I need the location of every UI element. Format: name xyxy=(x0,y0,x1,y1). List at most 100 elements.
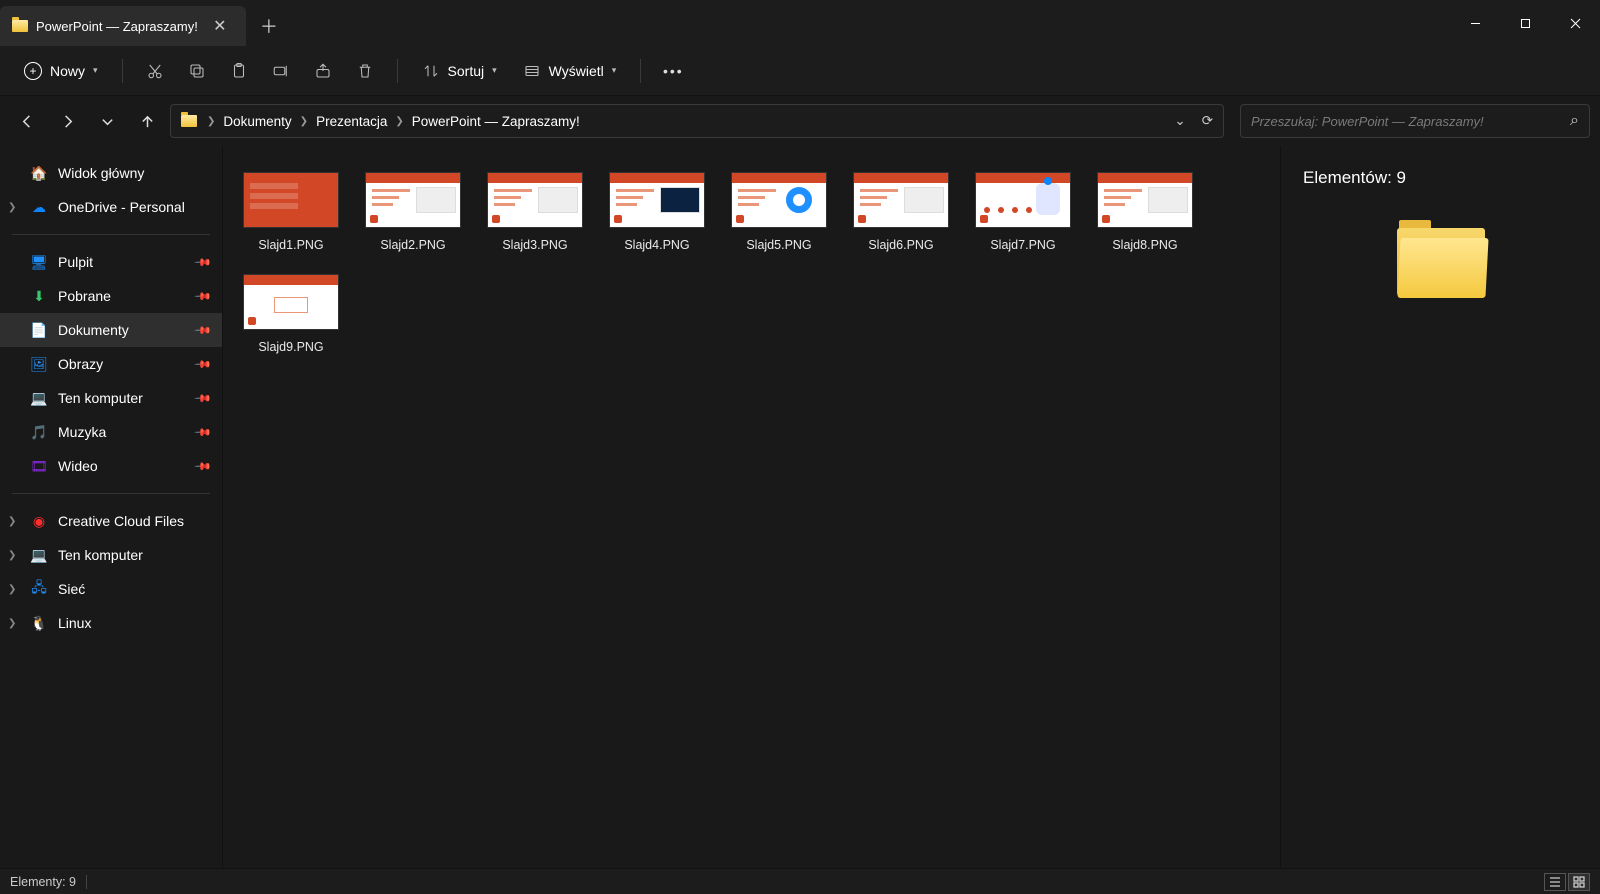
details-view-button[interactable] xyxy=(1544,873,1566,891)
file-name: Slajd3.PNG xyxy=(502,238,567,252)
chevron-right-icon: ❯ xyxy=(8,584,16,595)
sidebar-label: Wideo xyxy=(58,458,98,474)
file-item[interactable]: Slajd1.PNG xyxy=(241,172,341,252)
sidebar-home[interactable]: 🏠 Widok główny xyxy=(0,156,222,190)
sidebar-label: Dokumenty xyxy=(58,322,129,338)
paste-button[interactable] xyxy=(221,56,257,86)
breadcrumb-item[interactable]: PowerPoint — Zapraszamy! xyxy=(412,114,580,129)
file-thumbnail xyxy=(731,172,827,228)
file-item[interactable]: Slajd9.PNG xyxy=(241,274,341,354)
file-name: Slajd1.PNG xyxy=(258,238,323,252)
cut-button[interactable] xyxy=(137,56,173,86)
new-label: Nowy xyxy=(50,63,85,79)
pictures-icon: 🖼 xyxy=(30,356,48,372)
more-button[interactable]: ••• xyxy=(655,57,691,85)
search-icon[interactable]: ⌕ xyxy=(1570,112,1579,130)
sidebar-network[interactable]: ❯ 🖧 Sieć xyxy=(0,572,222,606)
sidebar-label: Pulpit xyxy=(58,254,93,270)
folder-icon xyxy=(181,115,197,127)
new-button[interactable]: + Nowy ▾ xyxy=(14,56,108,86)
plus-circle-icon: + xyxy=(24,62,42,80)
sidebar-onedrive[interactable]: ❯ ☁ OneDrive - Personal xyxy=(0,190,222,224)
file-name: Slajd5.PNG xyxy=(746,238,811,252)
rename-button[interactable] xyxy=(263,56,299,86)
sidebar-videos[interactable]: 🎞 Wideo 📌 xyxy=(0,449,222,483)
search-input[interactable] xyxy=(1251,114,1570,129)
breadcrumb-item[interactable]: Prezentacja xyxy=(316,114,387,129)
search-box[interactable]: ⌕ xyxy=(1240,104,1590,138)
sidebar-thispc[interactable]: ❯ 💻 Ten komputer xyxy=(0,538,222,572)
file-item[interactable]: Slajd2.PNG xyxy=(363,172,463,252)
window-tab[interactable]: PowerPoint — Zapraszamy! ✕ xyxy=(0,6,246,46)
sidebar: 🏠 Widok główny ❯ ☁ OneDrive - Personal 🖥… xyxy=(0,146,222,868)
file-name: Slajd2.PNG xyxy=(380,238,445,252)
file-item[interactable]: Slajd7.PNG xyxy=(973,172,1073,252)
minimize-button[interactable] xyxy=(1450,0,1500,46)
sidebar-label: Ten komputer xyxy=(58,390,143,406)
sidebar-linux[interactable]: ❯ 🐧 Linux xyxy=(0,606,222,640)
documents-icon: 📄 xyxy=(30,322,48,338)
chevron-right-icon: ❯ xyxy=(300,116,308,127)
sidebar-pictures[interactable]: 🖼 Obrazy 📌 xyxy=(0,347,222,381)
up-button[interactable] xyxy=(130,104,164,138)
sidebar-music[interactable]: 🎵 Muzyka 📌 xyxy=(0,415,222,449)
sidebar-desktop[interactable]: 🖥 Pulpit 📌 xyxy=(0,245,222,279)
sort-label: Sortuj xyxy=(448,63,485,79)
recent-button[interactable] xyxy=(90,104,124,138)
chevron-down-icon: ▾ xyxy=(612,65,617,76)
creative-cloud-icon: ◉ xyxy=(30,513,48,529)
sort-button[interactable]: Sortuj ▾ xyxy=(412,56,507,86)
chevron-right-icon: ❯ xyxy=(8,618,16,629)
sidebar-downloads[interactable]: ⬇ Pobrane 📌 xyxy=(0,279,222,313)
ellipsis-icon: ••• xyxy=(663,63,684,79)
view-button[interactable]: Wyświetl ▾ xyxy=(513,56,627,86)
maximize-button[interactable] xyxy=(1500,0,1550,46)
address-dropdown-button[interactable]: ⌄ xyxy=(1170,109,1189,133)
chevron-down-icon: ▾ xyxy=(492,65,497,76)
pin-icon: 📌 xyxy=(194,253,213,272)
download-icon: ⬇ xyxy=(30,288,48,304)
file-item[interactable]: Slajd8.PNG xyxy=(1095,172,1195,252)
address-bar[interactable]: ❯ Dokumenty ❯ Prezentacja ❯ PowerPoint —… xyxy=(170,104,1224,138)
details-title: Elementów: 9 xyxy=(1303,168,1578,188)
forward-button[interactable] xyxy=(50,104,84,138)
thumbnails-view-button[interactable] xyxy=(1568,873,1590,891)
file-item[interactable]: Slajd6.PNG xyxy=(851,172,951,252)
linux-icon: 🐧 xyxy=(30,615,48,631)
back-button[interactable] xyxy=(10,104,44,138)
view-label: Wyświetl xyxy=(549,63,604,79)
chevron-right-icon: ❯ xyxy=(8,550,16,561)
file-name: Slajd4.PNG xyxy=(624,238,689,252)
chevron-right-icon: ❯ xyxy=(395,116,403,127)
file-thumbnail xyxy=(487,172,583,228)
nav-row: ❯ Dokumenty ❯ Prezentacja ❯ PowerPoint —… xyxy=(0,96,1600,146)
sidebar-label: Muzyka xyxy=(58,424,106,440)
file-thumbnail xyxy=(853,172,949,228)
file-item[interactable]: Slajd3.PNG xyxy=(485,172,585,252)
file-thumbnail xyxy=(609,172,705,228)
close-window-button[interactable] xyxy=(1550,0,1600,46)
delete-button[interactable] xyxy=(347,56,383,86)
sidebar-thispc-quick[interactable]: 💻 Ten komputer 📌 xyxy=(0,381,222,415)
pc-icon: 💻 xyxy=(30,390,48,406)
chevron-right-icon: ❯ xyxy=(8,516,16,527)
copy-button[interactable] xyxy=(179,56,215,86)
folder-icon xyxy=(12,20,28,32)
breadcrumb-item[interactable]: Dokumenty xyxy=(223,114,291,129)
file-item[interactable]: Slajd4.PNG xyxy=(607,172,707,252)
home-icon: 🏠 xyxy=(30,165,48,181)
details-pane: Elementów: 9 xyxy=(1280,146,1600,868)
sidebar-documents[interactable]: 📄 Dokumenty 📌 xyxy=(0,313,222,347)
share-button[interactable] xyxy=(305,56,341,86)
file-grid[interactable]: Slajd1.PNG Slajd2.PNG Slajd3.PNG Slajd4.PNG… xyxy=(222,146,1280,868)
close-tab-button[interactable]: ✕ xyxy=(206,16,234,36)
refresh-button[interactable]: ⟳ xyxy=(1198,109,1217,133)
status-bar: Elementy: 9 xyxy=(0,868,1600,894)
sidebar-label: Widok główny xyxy=(58,165,144,181)
sidebar-label: Sieć xyxy=(58,581,85,597)
new-tab-button[interactable]: ＋ xyxy=(246,6,292,46)
folder-large-icon xyxy=(1397,228,1485,296)
sidebar-ccfiles[interactable]: ❯ ◉ Creative Cloud Files xyxy=(0,504,222,538)
file-item[interactable]: Slajd5.PNG xyxy=(729,172,829,252)
sidebar-label: Ten komputer xyxy=(58,547,143,563)
